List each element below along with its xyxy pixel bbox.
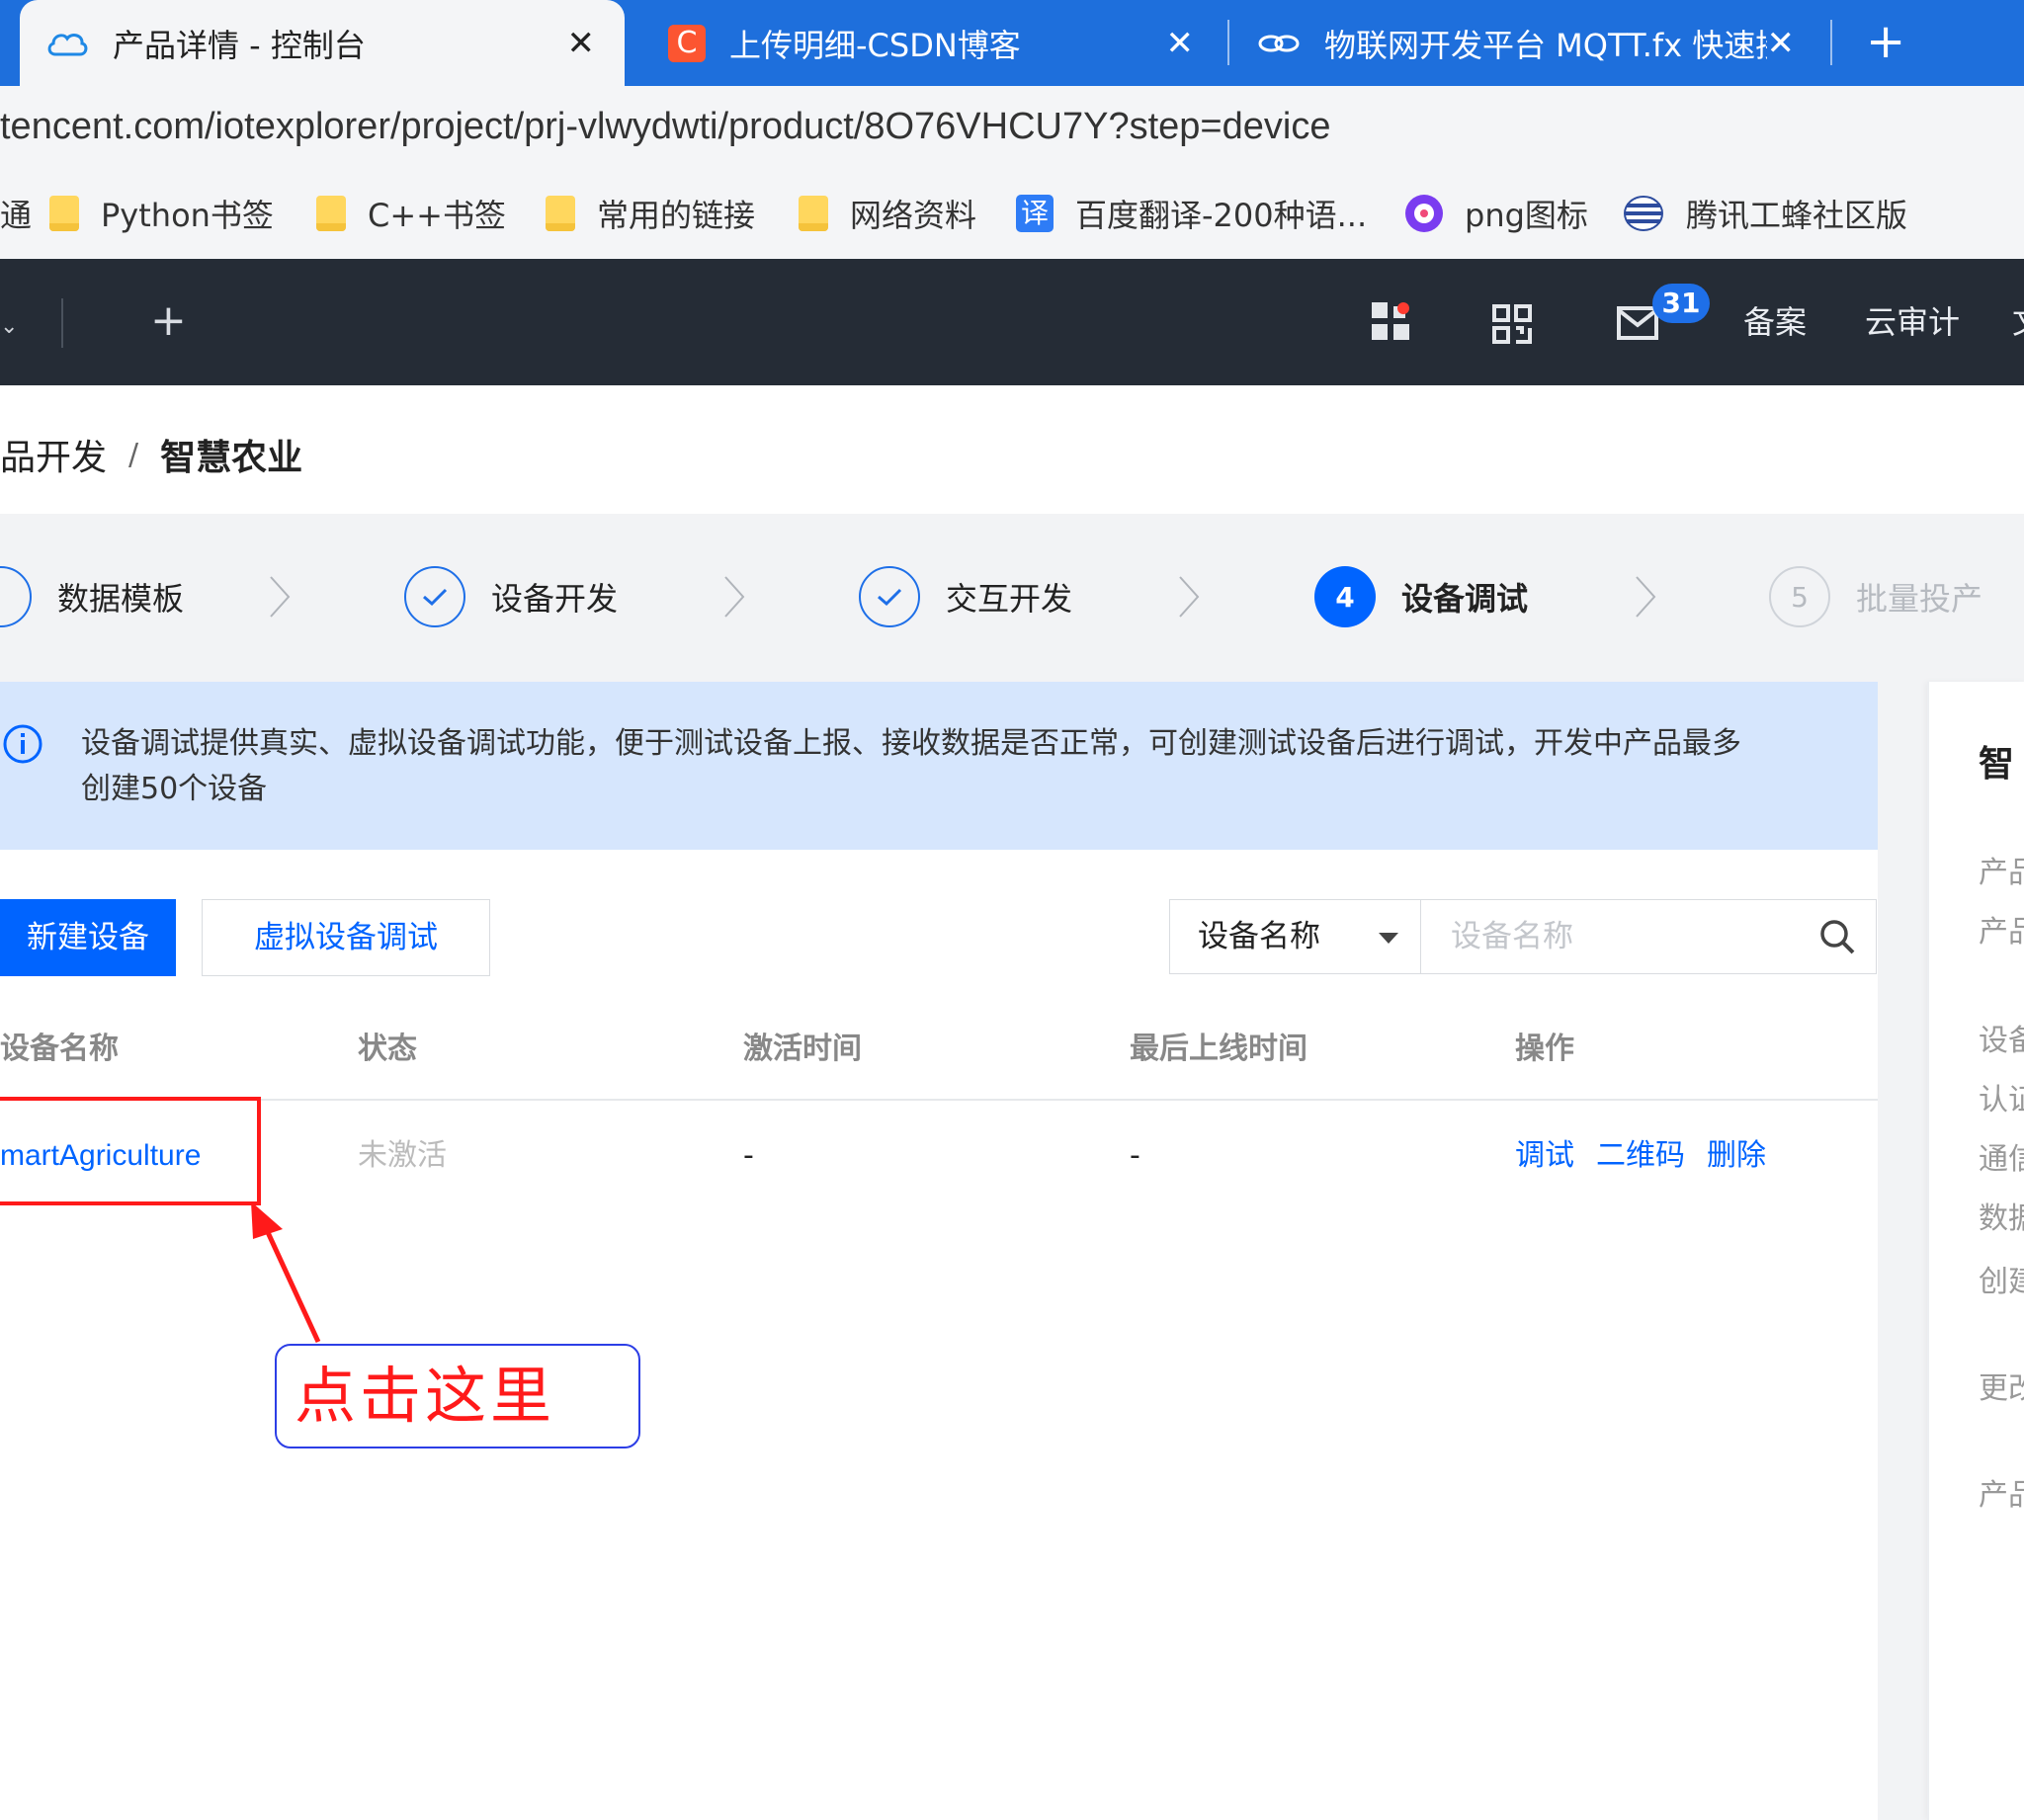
col-activated-time: 激活时间 [743, 1032, 862, 1066]
annotation-callout: 点击这里 [275, 1344, 640, 1448]
status-text: 未激活 [358, 1138, 447, 1173]
breadcrumb: 品开发 / 智慧农业 [0, 425, 302, 484]
url-text[interactable]: tencent.com/iotexplorer/project/prj-vlwy… [0, 86, 1330, 167]
info-icon [2, 723, 43, 769]
translate-icon: 译 [1016, 194, 1054, 232]
breadcrumb-separator: / [128, 437, 139, 472]
mail-count-badge: 31 [1652, 284, 1710, 323]
last-online-time: - [1130, 1138, 1140, 1173]
gongfeng-icon [1623, 194, 1664, 233]
nav-cloud-audit[interactable]: 云审计 [1865, 259, 1960, 385]
search-box[interactable] [1420, 899, 1877, 974]
chevron-right-icon [269, 573, 291, 624]
folder-icon [546, 195, 575, 231]
bookmarks-bar: 通 Python书签 C++书签 常用的链接 网络资料 译 百度翻译-200种语… [0, 167, 2024, 259]
bookmark-common-links[interactable]: 常用的链接 [546, 167, 755, 259]
apps-grid-icon[interactable] [1372, 302, 1411, 346]
col-actions: 操作 [1515, 1032, 1574, 1066]
nav-partial[interactable]: 文 [2012, 259, 2024, 385]
bookmark-gongfeng[interactable]: 腾讯工蜂社区版 [1623, 167, 1907, 259]
panel-item: 更改 [1979, 1371, 2024, 1406]
qrcode-icon[interactable] [1492, 304, 1532, 348]
panel-item: 产品 [1979, 1478, 2024, 1513]
console-top-nav: ⌄ + 备案 云审计 文 [0, 259, 2024, 385]
close-icon[interactable]: ✕ [1166, 24, 1195, 63]
check-icon [0, 566, 32, 627]
tab-divider [1830, 20, 1832, 65]
virtual-debug-button[interactable]: 虚拟设备调试 [202, 899, 490, 976]
folder-icon [799, 195, 828, 231]
bookmark-network[interactable]: 网络资料 [799, 167, 976, 259]
bookmark-png-icons[interactable]: png图标 [1405, 167, 1588, 259]
panel-item: 认证 [1979, 1083, 2024, 1117]
filter-select[interactable]: 设备名称 [1169, 899, 1421, 974]
step-number: 4 [1314, 566, 1376, 627]
step-device-debug[interactable]: 4 设备调试 [1314, 563, 1528, 630]
step-number: 5 [1769, 566, 1830, 627]
delete-link[interactable]: 删除 [1707, 1117, 1766, 1196]
search-icon[interactable] [1818, 918, 1856, 959]
chevron-right-icon [1178, 573, 1200, 624]
csdn-icon: C [668, 24, 706, 62]
info-text: 设备调试提供真实、虚拟设备调试功能，便于测试设备上报、接收数据是否正常，可创建测… [81, 726, 1741, 806]
add-icon[interactable]: + [150, 259, 187, 385]
panel-item: 创建 [1979, 1265, 2024, 1299]
search-input[interactable] [1449, 900, 1809, 973]
bookmark-cpp[interactable]: C++书签 [316, 167, 506, 259]
link-cloud-icon [1257, 32, 1301, 55]
step-data-template[interactable]: 数据模板 [0, 563, 184, 630]
address-bar[interactable]: tencent.com/iotexplorer/project/prj-vlwy… [0, 86, 2024, 167]
mail-icon[interactable] [1617, 306, 1658, 344]
png-icon [1405, 194, 1443, 232]
caret-down-icon [1379, 933, 1398, 944]
tab-title: 物联网开发平台 MQTT.fx 快速接 [1324, 26, 1767, 64]
activated-time: - [743, 1138, 754, 1173]
tab-csdn[interactable]: C 上传明细-CSDN博客 ✕ [642, 0, 1223, 86]
panel-item: 产品 [1979, 856, 2024, 890]
filter-select-value: 设备名称 [1198, 919, 1320, 954]
col-status: 状态 [358, 1032, 417, 1066]
arrow-annotation [251, 1201, 321, 1344]
step-mass-production[interactable]: 5 批量投产 [1769, 563, 1982, 630]
table-header [0, 1000, 1878, 1101]
breadcrumb-current: 智慧农业 [160, 438, 303, 478]
panel-item: 数据 [1979, 1201, 2024, 1236]
panel-item: 产品 [1979, 915, 2024, 950]
highlight-box [0, 1097, 261, 1205]
tab-divider [1227, 20, 1229, 65]
check-icon [859, 566, 920, 627]
nav-beian[interactable]: 备案 [1743, 259, 1807, 385]
breadcrumb-parent[interactable]: 品开发 [0, 429, 107, 480]
debug-link[interactable]: 调试 [1515, 1117, 1574, 1196]
chevron-down-icon[interactable]: ⌄ [0, 314, 18, 339]
bookmark-partial[interactable]: 通 [0, 167, 32, 259]
step-device-dev[interactable]: 设备开发 [404, 563, 618, 630]
chevron-right-icon [1635, 573, 1656, 624]
tab-title: 上传明细-CSDN博客 [729, 26, 1021, 64]
tab-product-detail[interactable]: 产品详情 - 控制台 ✕ [20, 0, 625, 86]
chevron-right-icon [723, 573, 745, 624]
panel-item: 通信 [1979, 1142, 2024, 1177]
col-device-name: 设备名称 [0, 1032, 119, 1066]
folder-icon [49, 195, 79, 231]
panel-title: 智 [1979, 744, 2015, 785]
folder-icon [316, 195, 346, 231]
close-icon[interactable]: ✕ [567, 24, 596, 63]
bookmark-python[interactable]: Python书签 [49, 167, 274, 259]
browser-tab-bar: 产品详情 - 控制台 ✕ C 上传明细-CSDN博客 ✕ 物联网开发平台 MQT… [0, 0, 2024, 86]
close-icon[interactable]: ✕ [1767, 24, 1796, 63]
step-interaction-dev[interactable]: 交互开发 [859, 563, 1072, 630]
cloud-icon [45, 29, 89, 58]
qrcode-link[interactable]: 二维码 [1596, 1117, 1685, 1196]
new-device-button[interactable]: 新建设备 [0, 899, 176, 976]
panel-item: 设备 [1979, 1024, 2024, 1058]
new-tab-button[interactable]: + [1866, 0, 1905, 86]
tab-title: 产品详情 - 控制台 [113, 26, 366, 64]
bookmark-baidu-translate[interactable]: 译 百度翻译-200种语... [1016, 167, 1367, 259]
tab-mqtt[interactable]: 物联网开发平台 MQTT.fx 快速接 ✕ [1231, 0, 1824, 86]
col-last-online: 最后上线时间 [1130, 1032, 1307, 1066]
check-icon [404, 566, 465, 627]
nav-divider [61, 298, 63, 348]
